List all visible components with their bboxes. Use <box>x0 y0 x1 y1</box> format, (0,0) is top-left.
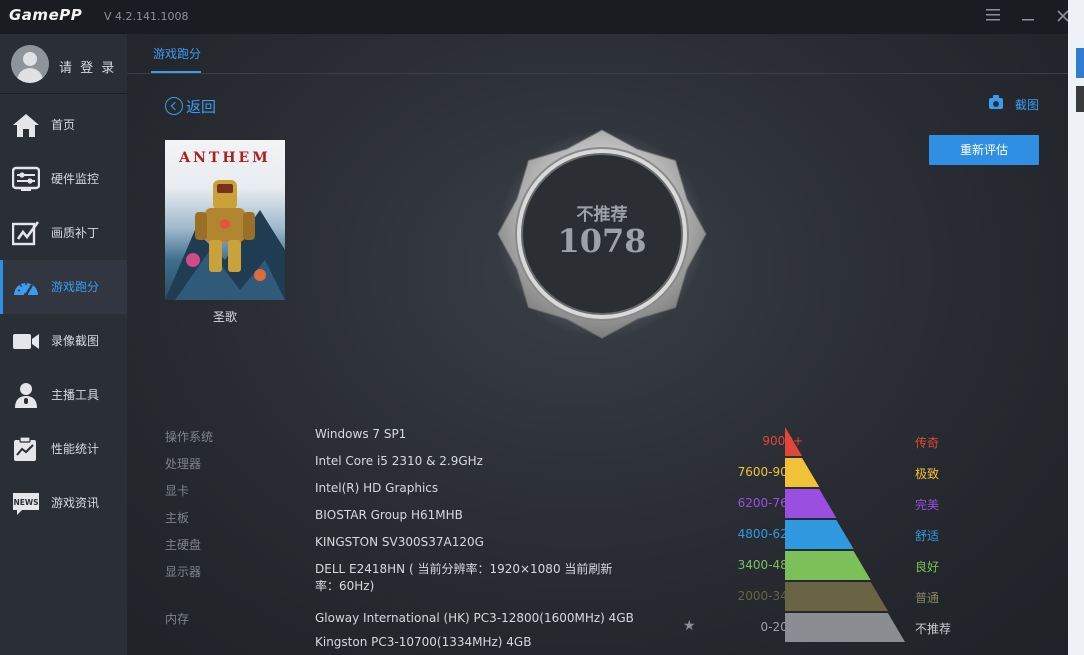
sidebar-item-streamer-tools[interactable]: 主播工具 <box>0 368 127 422</box>
spec-value-motherboard: BIOSTAR Group H61MHB <box>315 508 463 522</box>
spec-key-memory: 内存 <box>165 612 190 626</box>
tier-name: 完美 <box>915 498 940 512</box>
game-cover-image: ANTHEM <box>165 140 285 300</box>
sidebar-item-hardware-monitor[interactable]: 硬件监控 <box>0 152 127 206</box>
sidebar-item-performance-stats[interactable]: 性能统计 <box>0 422 127 476</box>
app-logo: GamePP <box>9 6 83 24</box>
screenshot-label: 截图 <box>1015 98 1040 112</box>
login-label[interactable]: 请 登 录 <box>59 57 116 76</box>
back-label: 返回 <box>186 98 217 116</box>
camera-icon <box>989 95 1003 109</box>
spec-value-gpu: Intel(R) HD Graphics <box>315 481 439 495</box>
minimize-icon[interactable] <box>1016 6 1040 28</box>
tab-active-indicator <box>151 71 201 73</box>
title-bar[interactable]: GamePP V 4.2.141.1008 <box>0 0 1068 34</box>
sidebar-item-home[interactable]: 首页 <box>0 98 127 152</box>
sidebar-item-game-news[interactable]: NEWS 游戏资讯 <box>0 476 127 530</box>
tier-name: 良好 <box>915 560 940 574</box>
hardware-monitor-icon <box>12 166 40 191</box>
spec-key-motherboard: 主板 <box>165 511 190 525</box>
spec-key-gpu: 显卡 <box>165 484 190 498</box>
close-icon[interactable] <box>1051 6 1068 28</box>
streamer-icon <box>15 383 37 408</box>
current-tier-star-icon: ★ <box>683 618 696 634</box>
tier-bar <box>785 551 871 580</box>
avatar[interactable] <box>11 45 49 83</box>
score-tier-pyramid: 9000+ 传奇 7600-9000 极致 6200-7600 完美 4800-6200 舒适… <box>677 424 1057 654</box>
spec-value-memory-2: Kingston PC3-10700(1334MHz) 4GB <box>315 635 532 649</box>
sidebar-item-label: 游戏跑分 <box>51 280 100 294</box>
image-patch-icon <box>12 221 40 246</box>
spec-value-memory-1: Gloway International (HK) PC3-12800(1600… <box>315 611 634 625</box>
tier-name: 极致 <box>915 467 940 481</box>
gamepp-window: GamePP V 4.2.141.1008 请 登 录 首页 硬件监控 画质补丁… <box>0 0 1068 655</box>
tab-game-benchmark[interactable]: 游戏跑分 <box>153 45 201 62</box>
reevaluate-button[interactable]: 重新评估 <box>929 135 1039 165</box>
home-icon <box>13 114 39 137</box>
tab-bar: 游戏跑分 <box>127 34 1068 74</box>
spec-key-monitor: 显示器 <box>165 565 202 579</box>
sidebar-item-label: 首页 <box>51 118 76 132</box>
sidebar-item-video-capture[interactable]: 录像截图 <box>0 314 127 368</box>
spec-key-disk: 主硬盘 <box>165 538 202 552</box>
system-specs: 操作系统 Windows 7 SP1 处理器 Intel Core i5 231… <box>165 424 645 654</box>
sidebar-item-label: 硬件监控 <box>51 172 100 186</box>
main-panel: 游戏跑分 返回 截图 重新评估 ANTHEM 圣歌 不推荐 1078 操作系统 … <box>127 34 1068 655</box>
spec-value-cpu: Intel Core i5 2310 & 2.9GHz <box>315 454 483 468</box>
menu-icon[interactable] <box>981 6 1005 28</box>
sidebar: 请 登 录 首页 硬件监控 画质补丁 游戏跑分 录像截图 主播工具 性能统计 N… <box>0 34 127 655</box>
tier-bar <box>785 582 888 611</box>
tier-bar <box>785 520 854 549</box>
speedometer-icon <box>14 283 38 298</box>
tier-name: 不推荐 <box>915 622 952 636</box>
tier-bar <box>785 613 905 642</box>
sidebar-item-label: 性能统计 <box>51 442 100 456</box>
tier-name: 传奇 <box>915 436 940 450</box>
sidebar-item-label: 录像截图 <box>51 334 100 348</box>
sidebar-item-label: 画质补丁 <box>51 226 100 240</box>
sidebar-item-game-benchmark[interactable]: 游戏跑分 <box>0 260 127 314</box>
tier-name: 普通 <box>915 591 940 605</box>
game-name: 圣歌 <box>212 310 237 324</box>
tier-name: 舒适 <box>915 529 940 543</box>
sidebar-item-image-patch[interactable]: 画质补丁 <box>0 206 127 260</box>
spec-value-disk: KINGSTON SV300S37A120G <box>315 535 484 549</box>
user-login-area[interactable]: 请 登 录 <box>0 34 127 94</box>
app-version: V 4.2.141.1008 <box>104 10 189 23</box>
news-icon: NEWS <box>13 493 39 515</box>
spec-value-monitor: DELL E2418HN ( 当前分辨率：1920×1080 当前刷新率：60H… <box>315 562 613 593</box>
background-window-edge <box>1068 0 1084 655</box>
sidebar-item-label: 主播工具 <box>51 388 100 402</box>
svg-text:NEWS: NEWS <box>13 498 38 507</box>
video-camera-icon <box>13 334 39 349</box>
tier-bar <box>785 427 803 456</box>
stats-clipboard-icon <box>14 436 36 461</box>
spec-key-os: 操作系统 <box>165 430 214 444</box>
tier-bar <box>785 458 820 487</box>
sidebar-item-label: 游戏资讯 <box>51 496 100 510</box>
score-value: 1078 <box>557 222 647 260</box>
spec-value-os: Windows 7 SP1 <box>315 427 407 441</box>
spec-key-cpu: 处理器 <box>165 457 202 471</box>
tier-bar <box>785 489 837 518</box>
back-arrow-icon <box>165 97 183 115</box>
cover-title: ANTHEM <box>179 150 271 166</box>
